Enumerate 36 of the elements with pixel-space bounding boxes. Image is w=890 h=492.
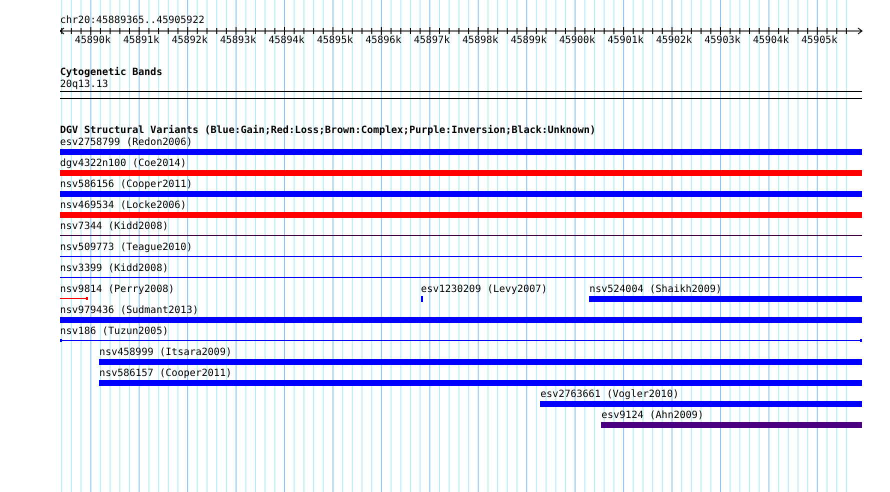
ruler-label: 45904k [752,35,789,46]
variant-label: nsv3399 (Kidd2008) [60,263,168,274]
ruler-label: 45899k [510,35,547,46]
track-title: DGV Structural Variants (Blue:Gain;Red:Loss;Brown:Complex;Purple:Inversion;Black:Unknown) [60,125,596,137]
ruler-label: 45892k [172,35,208,46]
variant-label: nsv186 (Tuzun2005) [60,326,168,337]
variant-label: esv2763661 (Vogler2010) [540,389,679,400]
ruler-label: 45901k [608,35,644,46]
ruler-label: 45897k [414,35,450,46]
ruler-label: 45893k [220,35,256,46]
variant-label: nsv9814 (Perry2008) [60,284,174,295]
variant-label: nsv586156 (Cooper2011) [60,179,192,190]
variant-label: nsv7344 (Kidd2008) [60,221,168,232]
ruler-label: 45900k [559,35,596,46]
variant-label: nsv586157 (Cooper2011) [99,368,232,379]
track-title: Cytogenetic Bands [60,67,162,79]
ruler-label: 45895k [316,35,353,46]
variant-label: nsv458999 (Itsara2009) [99,347,232,358]
ruler-label: 45896k [365,35,402,46]
band-label: 20q13.13 [60,79,108,90]
ruler-title: chr20:45889365..45905922 [60,15,204,26]
variant-label: esv9124 (Ahn2009) [601,410,704,421]
ruler-label: 45890k [74,35,111,46]
variant-label: nsv979436 (Sudmant2013) [60,305,198,316]
variant-label: nsv509773 (Teague2010) [60,242,192,253]
ruler-label: 45903k [704,35,741,46]
variant-label: esv2758799 (Redon2006) [60,137,192,148]
variant-label: nsv524004 (Shaikh2009) [589,284,722,295]
variant-label: dgv4322n100 (Coe2014) [60,158,186,169]
ruler-label: 45891k [123,35,160,46]
variant-label: nsv469534 (Locke2006) [60,200,186,211]
ruler-label: 45902k [656,35,692,46]
variant-label: esv1230209 (Levy2007) [420,284,548,295]
ruler-label: 45898k [462,35,498,46]
ruler-label: 45894k [268,35,305,46]
ruler-label: 45905k [801,35,838,46]
